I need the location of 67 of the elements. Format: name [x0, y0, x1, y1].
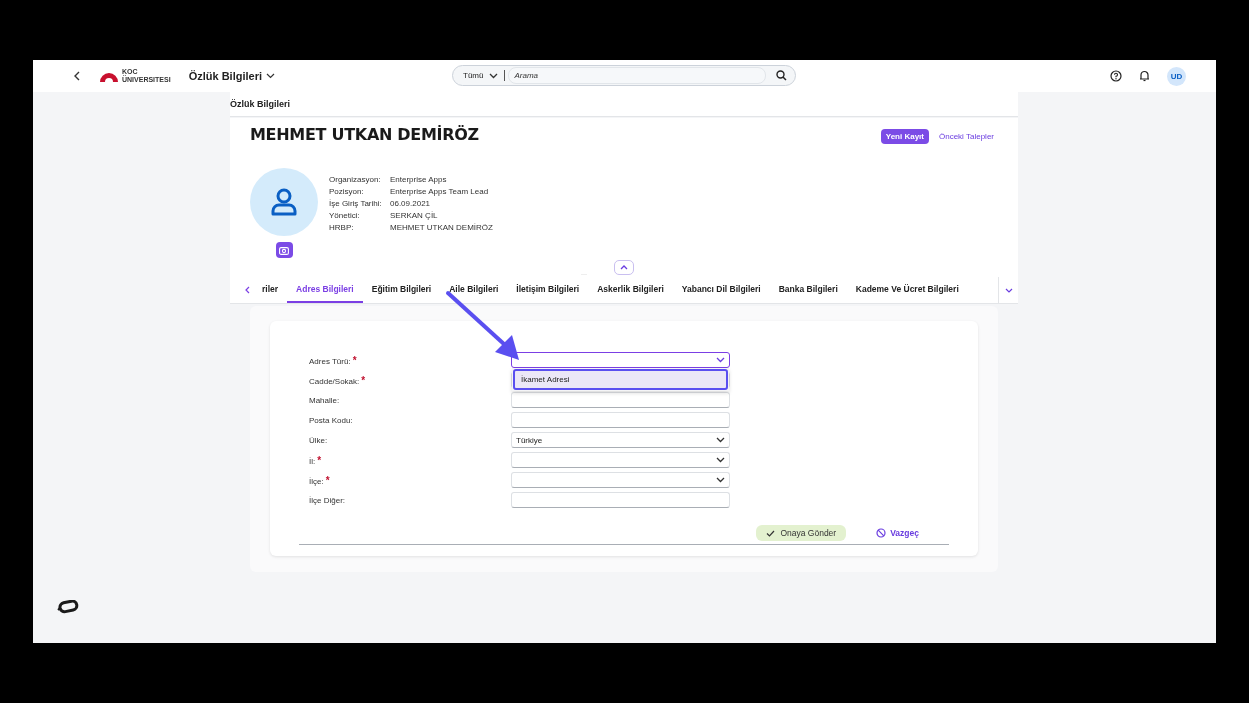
- cancel-button[interactable]: Vazgeç: [876, 528, 919, 538]
- detail-label: Pozisyon:: [329, 186, 365, 198]
- caret-icon: [489, 72, 499, 79]
- scroll-left-icon[interactable]: [245, 286, 250, 294]
- tab[interactable]: Banka Bilgileri: [769, 277, 847, 303]
- submit-button[interactable]: Onaya Gönder: [756, 525, 847, 541]
- required-mark: *: [325, 474, 330, 486]
- chevron-up-icon: [620, 265, 628, 270]
- field-label: İlçe:: [309, 476, 324, 486]
- input-field[interactable]: [511, 492, 730, 508]
- scope-dropdown[interactable]: Tümü: [463, 70, 506, 81]
- app-title-menu[interactable]: Özlük Bilgileri: [188, 70, 275, 82]
- tab[interactable]: Yabancı Dil Bilgileri: [672, 277, 770, 303]
- caret-icon: [716, 357, 725, 363]
- person-icon: [271, 188, 297, 216]
- tab[interactable]: İletişim Bilgileri: [507, 277, 589, 303]
- detail-label: Organizasyon:: [329, 174, 382, 186]
- tab[interactable]: Adres Bilgileri: [287, 277, 363, 303]
- field-label: Mahalle:: [309, 395, 340, 405]
- caret-icon: [716, 477, 725, 483]
- help-icon[interactable]: [1110, 70, 1122, 82]
- select-value: Türkiye: [516, 435, 543, 445]
- field-label: İlçe Diğer:: [309, 495, 345, 505]
- caret-icon: [716, 437, 725, 443]
- cancel-icon: [876, 528, 887, 538]
- required-mark: *: [352, 354, 357, 366]
- detail-value: Enterprise Apps Team Lead: [390, 186, 489, 198]
- search-icon[interactable]: [776, 70, 787, 81]
- field-label: İl:: [309, 456, 316, 466]
- tab[interactable]: Aile Bilgileri: [440, 277, 508, 303]
- back-icon[interactable]: [73, 71, 81, 81]
- new-record-button[interactable]: Yeni Kayıt: [880, 129, 929, 144]
- caret-icon: [716, 457, 725, 463]
- camera-icon: [279, 245, 289, 255]
- user-avatar[interactable]: UD: [1167, 66, 1186, 86]
- select-field[interactable]: [511, 352, 730, 368]
- tab[interactable]: Eğitim Bilgileri: [362, 277, 441, 303]
- tab[interactable]: riler: [253, 277, 288, 303]
- caret-icon: [1004, 287, 1013, 293]
- field-label: Cadde/Sokak:: [309, 376, 360, 386]
- tab[interactable]: Askerlik Bilgileri: [588, 277, 673, 303]
- field-label: Posta Kodu:: [309, 415, 353, 425]
- field-label: Ülke:: [309, 435, 328, 445]
- detail-value: Enterprise Apps: [390, 174, 447, 186]
- tab[interactable]: Kademe Ve Ücret Bilgileri: [846, 277, 968, 303]
- camera-button[interactable]: [275, 242, 293, 258]
- detail-value: SERKAN ÇİL: [390, 210, 438, 222]
- detail-label: HRBP:: [329, 222, 355, 234]
- dropdown-option[interactable]: İkamet Adresi: [513, 369, 728, 390]
- bell-icon[interactable]: [1139, 70, 1150, 82]
- select-field[interactable]: Türkiye: [511, 432, 730, 448]
- page-title: Özlük Bilgileri: [230, 92, 1018, 117]
- required-mark: *: [361, 374, 366, 386]
- check-icon: [766, 529, 776, 537]
- employee-name: MEHMET UTKAN DEMİRÖZ: [250, 126, 479, 144]
- input-field[interactable]: [511, 412, 730, 428]
- required-mark: *: [317, 454, 322, 466]
- caret-icon: [266, 73, 275, 79]
- search-field[interactable]: Arama: [508, 67, 766, 84]
- field-label: Adres Türü:: [309, 356, 351, 366]
- link-icon[interactable]: [57, 600, 79, 614]
- input-field[interactable]: [511, 392, 730, 408]
- link[interactable]: Önceki Talepler: [939, 132, 994, 141]
- detail-value: 06.09.2021: [390, 198, 431, 210]
- detail-label: İşe Giriş Tarihi:: [329, 198, 383, 210]
- detail-label: Yönetici:: [329, 210, 361, 222]
- detail-value: MEHMET UTKAN DEMİRÖZ: [390, 222, 493, 234]
